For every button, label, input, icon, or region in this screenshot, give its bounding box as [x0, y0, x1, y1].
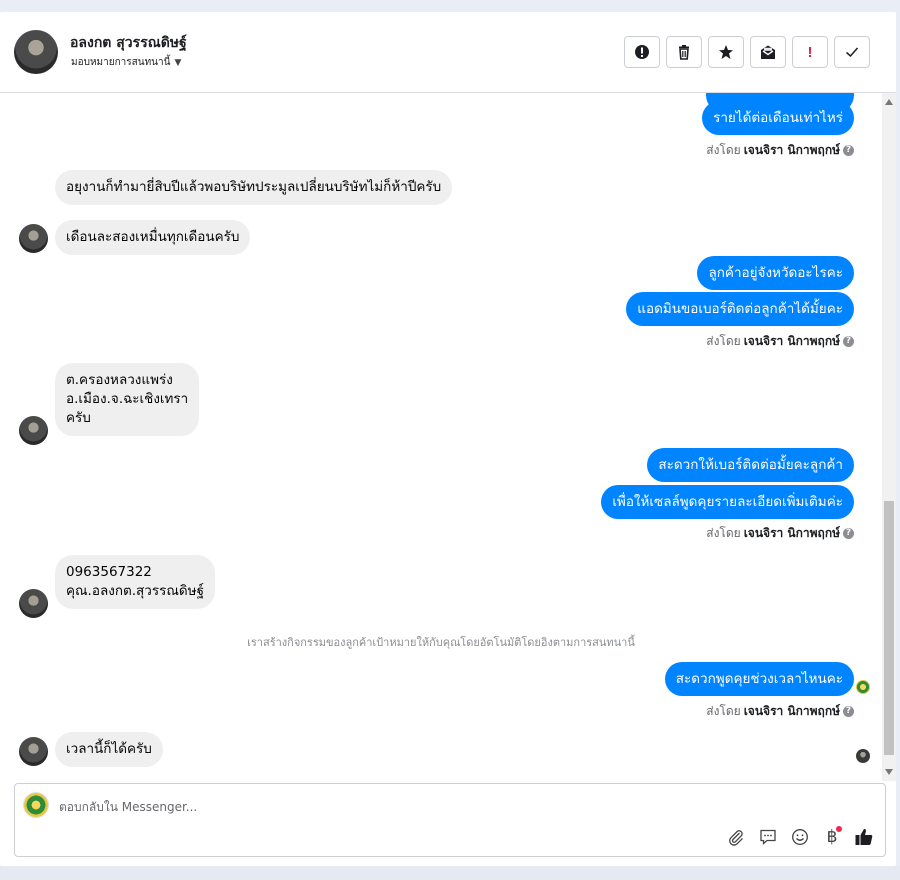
contact-avatar-small[interactable] — [19, 737, 48, 766]
agent-name: เจนจิรา นิกาพฤกษ์ — [743, 526, 840, 540]
contact-avatar-small[interactable] — [19, 224, 48, 253]
smiley-icon — [792, 829, 808, 845]
like-button[interactable] — [853, 826, 875, 848]
help-icon[interactable]: ? — [843, 528, 854, 539]
notification-dot — [836, 826, 842, 832]
window-bottom-edge — [0, 866, 900, 880]
scroll-down-arrow-icon[interactable] — [885, 769, 893, 775]
contact-avatar-small[interactable] — [19, 416, 48, 445]
assign-label: มอบหมายการสนทนานี้ — [71, 57, 171, 68]
trash-icon — [679, 45, 689, 60]
thumbs-up-icon — [855, 828, 873, 845]
star-icon — [719, 45, 733, 59]
incoming-message[interactable]: 0963567322 คุณ.อลงกต.สุวรรณดิษฐ์ — [55, 555, 216, 609]
outgoing-message[interactable]: สะดวกให้เบอร์ติดต่อมั้ยคะลูกค้า — [647, 448, 854, 482]
agent-name: เจนจิรา นิกาพฤกษ์ — [743, 143, 840, 157]
contact-name[interactable]: อลงกต สุวรรณดิษฐ์ — [70, 32, 187, 54]
chat-bubble-icon — [760, 829, 776, 845]
mark-unread-button[interactable] — [750, 36, 786, 68]
help-icon[interactable]: ? — [843, 336, 854, 347]
composer-tools: ฿ — [725, 826, 875, 848]
conversation-header: อลงกต สุวรรณดิษฐ์ มอบหมายการสนทนานี้ ▼ ! — [0, 12, 896, 93]
done-check-icon — [846, 47, 859, 58]
attachment-button[interactable] — [725, 826, 747, 848]
agent-name: เจนจิรา นิกาพฤกษ์ — [743, 334, 840, 348]
payment-button[interactable]: ฿ — [821, 826, 843, 848]
conversation-panel: อลงกต สุวรรณดิษฐ์ มอบหมายการสนทนานี้ ▼ ! — [0, 12, 896, 866]
help-icon[interactable]: ? — [843, 706, 854, 717]
help-icon[interactable]: ? — [843, 145, 854, 156]
seen-indicator-contact-avatar — [856, 749, 870, 763]
mark-done-button[interactable] — [834, 36, 870, 68]
agent-name: เจนจิรา นิกาพฤกษ์ — [743, 704, 840, 718]
follow-up-button[interactable]: ! — [792, 36, 828, 68]
star-button[interactable] — [708, 36, 744, 68]
seen-indicator-page-avatar — [856, 680, 870, 694]
outgoing-message[interactable]: รายได้ต่อเดือนเท่าไหร่ — [702, 101, 854, 135]
mark-unread-icon — [761, 45, 775, 59]
outgoing-message[interactable]: ลูกค้าอยู่จังหวัดอะไรคะ — [697, 256, 854, 290]
outgoing-message[interactable]: แอดมินขอเบอร์ติดต่อลูกค้าได้มั้ยคะ — [626, 292, 854, 326]
saved-replies-button[interactable] — [757, 826, 779, 848]
scrollbar-thumb[interactable] — [884, 501, 894, 755]
assign-conversation[interactable]: มอบหมายการสนทนานี้ ▼ — [71, 55, 181, 70]
sent-by-label: ส่งโดย เจนจิรา นิกาพฤกษ์ ? — [706, 702, 854, 721]
page-avatar — [23, 792, 49, 818]
follow-up-icon: ! — [807, 43, 813, 61]
paperclip-icon — [729, 830, 743, 846]
delete-button[interactable] — [666, 36, 702, 68]
incoming-message[interactable]: เดือนละสองเหมื่นทุกเดือนครับ — [55, 220, 251, 255]
thread-scrollbar[interactable] — [882, 93, 896, 781]
emoji-button[interactable] — [789, 826, 811, 848]
reply-composer[interactable]: ตอบกลับใน Messenger... ฿ — [14, 783, 886, 857]
outgoing-message[interactable]: เพื่อให้เซลล์พูดคุยรายละเอียดเพิ่มเติมค่… — [601, 485, 854, 519]
caret-down-icon: ▼ — [174, 57, 182, 68]
contact-avatar[interactable] — [14, 30, 58, 74]
contact-avatar-small[interactable] — [19, 589, 48, 618]
reply-input[interactable]: ตอบกลับใน Messenger... — [59, 798, 197, 817]
outgoing-message[interactable]: สะดวกพูดคุยช่วงเวลาไหนคะ — [664, 662, 854, 696]
incoming-message[interactable]: ต.ครองหลวงแพร่ง อ.เมือง.จ.ฉะเชิงเทรา ครั… — [55, 363, 200, 436]
sent-by-label: ส่งโดย เจนจิรา นิกาพฤกษ์ ? — [706, 141, 854, 160]
incoming-message[interactable]: อยุงานก็ทำมายี่สิบปีแล้วพอบริษัทประมูลเป… — [55, 170, 453, 205]
spam-button[interactable] — [624, 36, 660, 68]
header-actions: ! — [624, 36, 870, 68]
spam-icon — [635, 45, 649, 59]
scroll-up-arrow-icon[interactable] — [885, 99, 893, 105]
message-thread[interactable]: รายได้ต่อเดือนเท่าไหร่ ส่งโดย เจนจิรา นิ… — [0, 93, 882, 781]
incoming-message[interactable]: เวลานี้ก็ได้ครับ — [55, 732, 163, 767]
sent-by-label: ส่งโดย เจนจิรา นิกาพฤกษ์ ? — [706, 332, 854, 351]
sent-by-label: ส่งโดย เจนจิรา นิกาพฤกษ์ ? — [706, 524, 854, 543]
system-note: เราสร้างกิจกรรมของลูกค้าเป้าหมายให้กับคุ… — [247, 636, 635, 649]
